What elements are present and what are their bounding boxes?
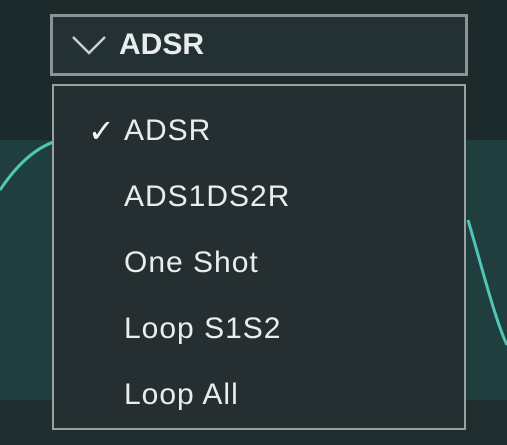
- menu-item-adsr[interactable]: ✓ ADSR: [54, 98, 464, 164]
- menu-item-label: ADSR: [124, 114, 212, 147]
- menu-item-label: ADS1DS2R: [124, 180, 291, 213]
- checkmark-icon: ✓: [88, 112, 115, 150]
- menu-item-label: Loop S1S2: [124, 312, 282, 345]
- menu-item-ads1ds2r[interactable]: ADS1DS2R: [54, 164, 464, 230]
- menu-item-loop-all[interactable]: Loop All: [54, 362, 464, 428]
- envelope-mode-select[interactable]: ADSR: [50, 14, 468, 76]
- menu-item-one-shot[interactable]: One Shot: [54, 230, 464, 296]
- menu-item-label: One Shot: [124, 246, 259, 279]
- menu-item-loop-s1s2[interactable]: Loop S1S2: [54, 296, 464, 362]
- envelope-curve-right: [466, 219, 507, 346]
- envelope-mode-menu: ✓ ADSR ADS1DS2R One Shot Loop S1S2 Loop …: [52, 84, 466, 430]
- chevron-down-icon: [69, 25, 115, 65]
- envelope-mode-value: ADSR: [119, 28, 205, 61]
- envelope-curve-left: [0, 138, 61, 191]
- menu-item-label: Loop All: [124, 378, 239, 411]
